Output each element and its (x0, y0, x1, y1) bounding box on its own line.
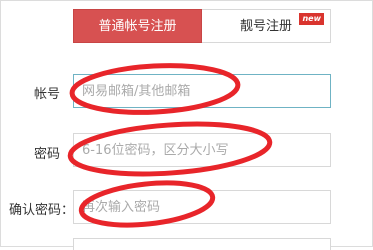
tab-normal-register[interactable]: 普通帐号注册 (73, 9, 202, 43)
account-label: 帐号 (34, 87, 61, 102)
account-field-wrapper (73, 74, 331, 108)
next-field-partial (73, 238, 331, 250)
confirm-password-label: 确认密码： (9, 203, 75, 218)
new-badge: new (299, 13, 324, 25)
password-label: 密码 (34, 147, 61, 162)
tab-vip-register[interactable]: 靓号注册 new (202, 9, 331, 43)
tab-vip-register-label: 靓号注册 (239, 19, 292, 34)
confirm-password-input[interactable] (82, 191, 330, 223)
register-tabs: 普通帐号注册 靓号注册 new (73, 9, 331, 43)
confirm-password-field-wrapper (73, 190, 331, 224)
account-input[interactable] (82, 75, 330, 107)
password-input[interactable] (82, 134, 330, 166)
password-field-wrapper (73, 133, 331, 167)
